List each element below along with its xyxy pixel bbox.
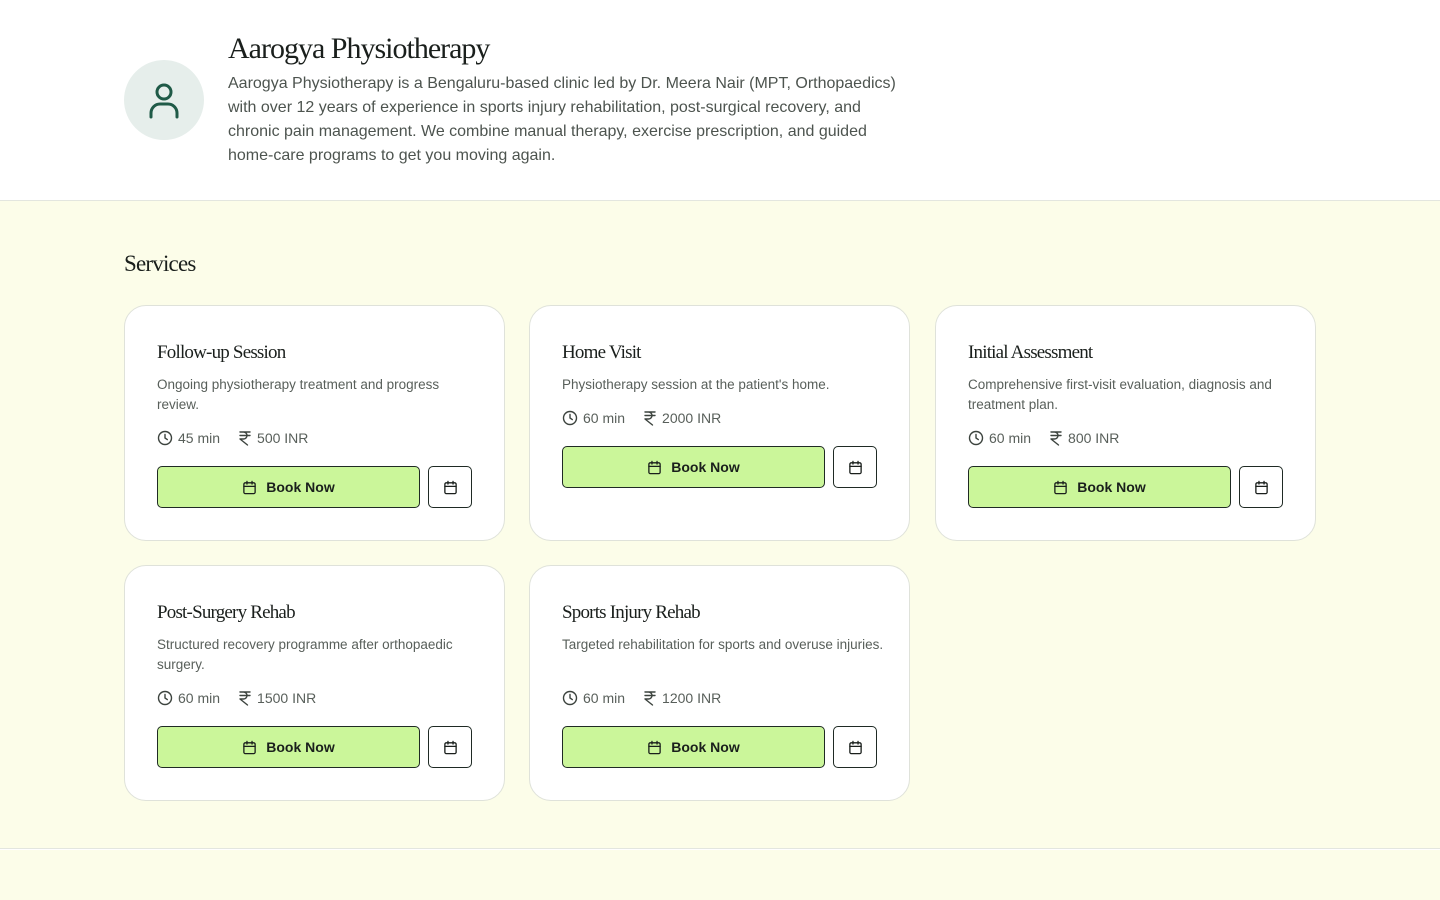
- rupee-icon: [1050, 431, 1062, 446]
- services-section: Services Follow-up Session Ongoing physi…: [0, 201, 1440, 849]
- book-now-label: Book Now: [266, 479, 335, 495]
- clinic-name: Aarogya Physiotherapy: [228, 32, 490, 65]
- service-title: Home Visit: [562, 342, 641, 363]
- duration: 60 min: [562, 410, 625, 426]
- calendar-icon: [848, 740, 862, 754]
- calendar-icon: [443, 740, 457, 754]
- service-description: Ongoing physiotherapy treatment and prog…: [157, 377, 440, 412]
- duration: 60 min: [968, 430, 1031, 446]
- clock-icon: [562, 410, 578, 426]
- calendar-button[interactable]: [833, 446, 877, 488]
- book-now-label: Book Now: [1077, 479, 1146, 495]
- book-now-label: Book Now: [671, 739, 740, 755]
- service-meta: 45 min 500 INR: [157, 430, 326, 446]
- footer: [0, 850, 1440, 900]
- service-meta: 60 min 2000 INR: [562, 410, 739, 426]
- calendar-button[interactable]: [428, 726, 472, 768]
- service-description: Structured recovery programme after orth…: [157, 637, 453, 672]
- calendar-icon: [243, 740, 257, 754]
- price: 1200 INR: [643, 690, 721, 706]
- clock-icon: [562, 690, 578, 706]
- calendar-icon: [648, 740, 662, 754]
- clock-icon: [157, 690, 173, 706]
- calendar-icon: [648, 460, 662, 474]
- calendar-icon: [443, 480, 457, 494]
- duration-value: 60 min: [583, 410, 626, 426]
- calendar-button[interactable]: [428, 466, 472, 508]
- service-card-post-surgery-rehab: Post-Surgery Rehab Structured recovery p…: [124, 565, 505, 801]
- service-title: Initial Assessment: [968, 342, 1093, 363]
- book-now-button[interactable]: Book Now: [157, 726, 420, 768]
- service-description: Comprehensive first-visit evaluation, di…: [968, 377, 1272, 412]
- calendar-button[interactable]: [833, 726, 877, 768]
- duration-value: 60 min: [989, 430, 1032, 446]
- price: 500 INR: [238, 430, 308, 446]
- services-title: Services: [124, 251, 196, 276]
- price: 800 INR: [1049, 430, 1119, 446]
- service-card-sports-injury-rehab: Sports Injury Rehab Targeted rehabilitat…: [529, 565, 910, 801]
- book-now-label: Book Now: [266, 739, 335, 755]
- rupee-icon: [644, 691, 656, 706]
- book-now-button[interactable]: Book Now: [562, 446, 825, 488]
- price-value: 1200 INR: [662, 690, 722, 706]
- calendar-icon: [848, 460, 862, 474]
- service-description: Targeted rehabilitation for sports and o…: [562, 637, 884, 652]
- book-now-button[interactable]: Book Now: [562, 726, 825, 768]
- calendar-icon: [243, 480, 257, 494]
- service-card-follow-up-session: Follow-up Session Ongoing physiotherapy …: [124, 305, 505, 541]
- duration-value: 60 min: [178, 690, 221, 706]
- calendar-icon: [1254, 480, 1268, 494]
- clinic-description: Aarogya Physiotherapy is a Bengaluru-bas…: [228, 75, 896, 164]
- rupee-icon: [239, 691, 251, 706]
- book-now-button[interactable]: Book Now: [157, 466, 420, 508]
- clinic-header: Aarogya Physiotherapy Aarogya Physiother…: [0, 0, 1440, 201]
- price: 1500 INR: [238, 690, 316, 706]
- duration: 60 min: [562, 690, 625, 706]
- calendar-icon: [1054, 480, 1068, 494]
- duration-value: 60 min: [583, 690, 626, 706]
- service-card-initial-assessment: Initial Assessment Comprehensive first-v…: [935, 305, 1316, 541]
- clock-icon: [157, 430, 173, 446]
- price-value: 1500 INR: [257, 690, 317, 706]
- clock-icon: [968, 430, 984, 446]
- rupee-icon: [239, 431, 251, 446]
- duration: 45 min: [157, 430, 220, 446]
- book-now-label: Book Now: [671, 459, 740, 475]
- duration: 60 min: [157, 690, 220, 706]
- rupee-icon: [644, 411, 656, 426]
- user-icon: [149, 83, 179, 119]
- book-now-button[interactable]: Book Now: [968, 466, 1231, 508]
- service-description: Physiotherapy session at the patient's h…: [562, 377, 830, 392]
- service-meta: 60 min 1200 INR: [562, 690, 739, 706]
- service-meta: 60 min 1500 INR: [157, 690, 334, 706]
- price-value: 800 INR: [1068, 430, 1120, 446]
- price: 2000 INR: [643, 410, 721, 426]
- avatar: [124, 60, 204, 140]
- service-title: Follow-up Session: [157, 342, 286, 363]
- duration-value: 45 min: [178, 430, 221, 446]
- service-card-home-visit: Home Visit Physiotherapy session at the …: [529, 305, 910, 541]
- price-value: 2000 INR: [662, 410, 722, 426]
- calendar-button[interactable]: [1239, 466, 1283, 508]
- service-title: Post-Surgery Rehab: [157, 602, 296, 623]
- service-title: Sports Injury Rehab: [562, 602, 701, 623]
- price-value: 500 INR: [257, 430, 309, 446]
- service-meta: 60 min 800 INR: [968, 430, 1137, 446]
